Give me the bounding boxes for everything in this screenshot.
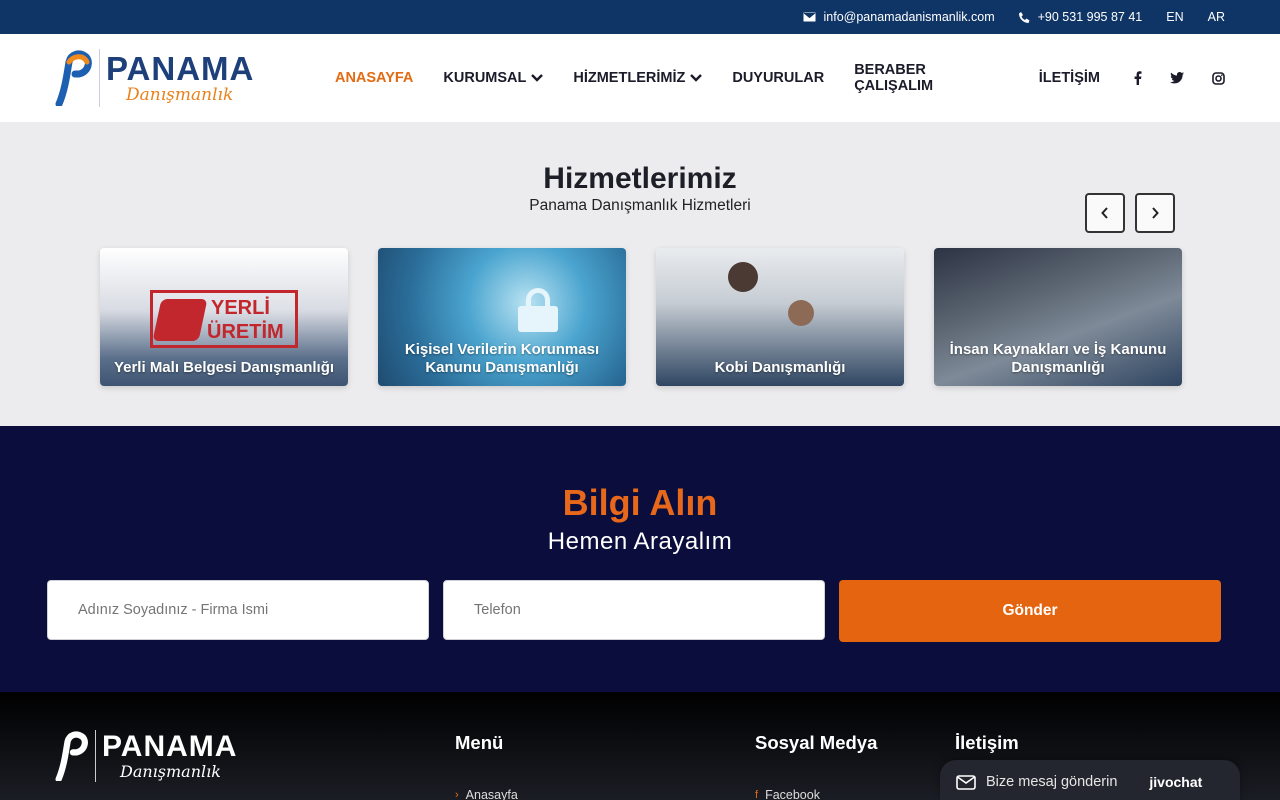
service-card-kvkk[interactable]: Kişisel Verilerin Korunması Kanunu Danış…: [378, 248, 626, 386]
nav-home[interactable]: ANASAYFA: [335, 70, 413, 86]
phone-link[interactable]: +90 531 995 87 41: [1018, 10, 1143, 24]
email-link[interactable]: info@panamadanismanlik.com: [802, 10, 995, 24]
nav-corporate-label: KURUMSAL: [443, 70, 527, 86]
service-card-insan-kaynaklari[interactable]: İnsan Kaynakları ve İş Kanunu Danışmanlı…: [934, 248, 1182, 386]
carousel-next-button[interactable]: [1135, 193, 1175, 233]
contact-form-heading: Bilgi Alın: [562, 482, 718, 523]
person-image: [788, 300, 814, 326]
panama-logo-mark-icon: [55, 50, 92, 106]
nav-corporate[interactable]: KURUMSAL: [443, 70, 544, 86]
footer-logo-subtitle: Danışmanlık: [120, 762, 221, 781]
footer-link-label: Facebook: [765, 788, 820, 800]
footer-logo-title: PANAMA: [102, 730, 238, 763]
contact-form-section: Bilgi Alın Hemen Arayalım Gönder: [0, 426, 1280, 692]
footer-link-home[interactable]: › Anasayfa: [455, 788, 518, 800]
envelope-icon: [956, 774, 976, 790]
footer-menu-title: Menü: [455, 732, 504, 753]
logo-subtitle: Danışmanlık: [126, 85, 234, 105]
service-card-title: Yerli Malı Belgesi Danışmanlığı: [113, 359, 335, 376]
chat-brand-logo: jivochat: [1149, 774, 1203, 790]
services-section: Hizmetlerimiz Panama Danışmanlık Hizmetl…: [0, 122, 1280, 426]
lang-en-link[interactable]: EN: [1166, 10, 1183, 24]
site-logo[interactable]: PANAMA Danışmanlık: [55, 49, 335, 107]
nav-contact[interactable]: İLETİŞİM: [1039, 70, 1100, 86]
service-card-kobi[interactable]: Kobi Danışmanlığı: [656, 248, 904, 386]
footer-link-label: Anasayfa: [465, 788, 518, 800]
yerli-uretim-logo: YERLİ ÜRETİM: [150, 290, 298, 348]
service-card-title: İnsan Kaynakları ve İş Kanunu Danışmanlı…: [949, 341, 1167, 376]
yerli-logo-line1: YERLİ: [211, 297, 270, 319]
footer-link-facebook[interactable]: f Facebook: [755, 788, 820, 800]
envelope-icon: [802, 12, 816, 22]
lang-ar-link[interactable]: AR: [1208, 10, 1225, 24]
header: PANAMA Danışmanlık ANASAYFA KURUMSAL HİZ…: [0, 34, 1280, 122]
instagram-icon[interactable]: [1212, 71, 1225, 85]
lock-icon: [518, 288, 558, 332]
contact-form-subheading: Hemen Arayalım: [547, 528, 733, 555]
header-social-links: [1134, 71, 1225, 85]
chevron-right-icon: ›: [455, 789, 459, 800]
twitter-icon[interactable]: [1170, 72, 1184, 84]
logo-divider: [99, 49, 100, 107]
chevron-left-icon: [1101, 207, 1108, 219]
panama-logo-mark-icon: [55, 731, 88, 781]
nav-services[interactable]: HİZMETLERİMİZ: [573, 70, 703, 86]
phone-input[interactable]: [443, 580, 825, 640]
services-heading: Hizmetlerimiz: [543, 162, 737, 195]
top-bar: info@panamadanismanlik.com +90 531 995 8…: [0, 0, 1280, 34]
phone-icon: [1018, 11, 1030, 23]
yerli-logo-line2: ÜRETİM: [207, 321, 284, 343]
facebook-icon[interactable]: [1134, 71, 1142, 85]
service-card-title: Kişisel Verilerin Korunması Kanunu Danış…: [404, 341, 600, 376]
logo-title: PANAMA: [106, 50, 255, 87]
chevron-down-icon: [531, 74, 544, 82]
handshake-icon: [152, 299, 208, 341]
service-card-yerli-mali[interactable]: YERLİ ÜRETİM Yerli Malı Belgesi Danışman…: [100, 248, 348, 386]
submit-button[interactable]: Gönder: [839, 580, 1221, 642]
main-nav: ANASAYFA KURUMSAL HİZMETLERİMİZ DUYURULA…: [335, 62, 1225, 94]
nav-services-label: HİZMETLERİMİZ: [573, 70, 686, 86]
chat-label: Bize mesaj gönderin: [986, 774, 1118, 790]
nav-work-together[interactable]: BERABER ÇALIŞALIM: [854, 62, 1009, 94]
footer-contact-title: İletişim: [955, 732, 1019, 753]
name-input[interactable]: [47, 580, 429, 640]
facebook-icon: f: [755, 789, 759, 800]
carousel-prev-button[interactable]: [1085, 193, 1125, 233]
chevron-right-icon: [1152, 207, 1159, 219]
phone-text: +90 531 995 87 41: [1037, 10, 1143, 24]
email-text: info@panamadanismanlik.com: [823, 10, 995, 24]
footer-social-title: Sosyal Medya: [755, 732, 878, 753]
chat-widget[interactable]: Bize mesaj gönderin jivochat: [940, 760, 1240, 800]
person-image: [728, 262, 758, 292]
footer-logo[interactable]: PANAMA Danışmanlık: [55, 730, 237, 782]
service-card-title: Kobi Danışmanlığı: [714, 359, 846, 376]
nav-announcements[interactable]: DUYURULAR: [732, 70, 824, 86]
logo-divider: [95, 730, 96, 782]
chevron-down-icon: [690, 74, 703, 82]
